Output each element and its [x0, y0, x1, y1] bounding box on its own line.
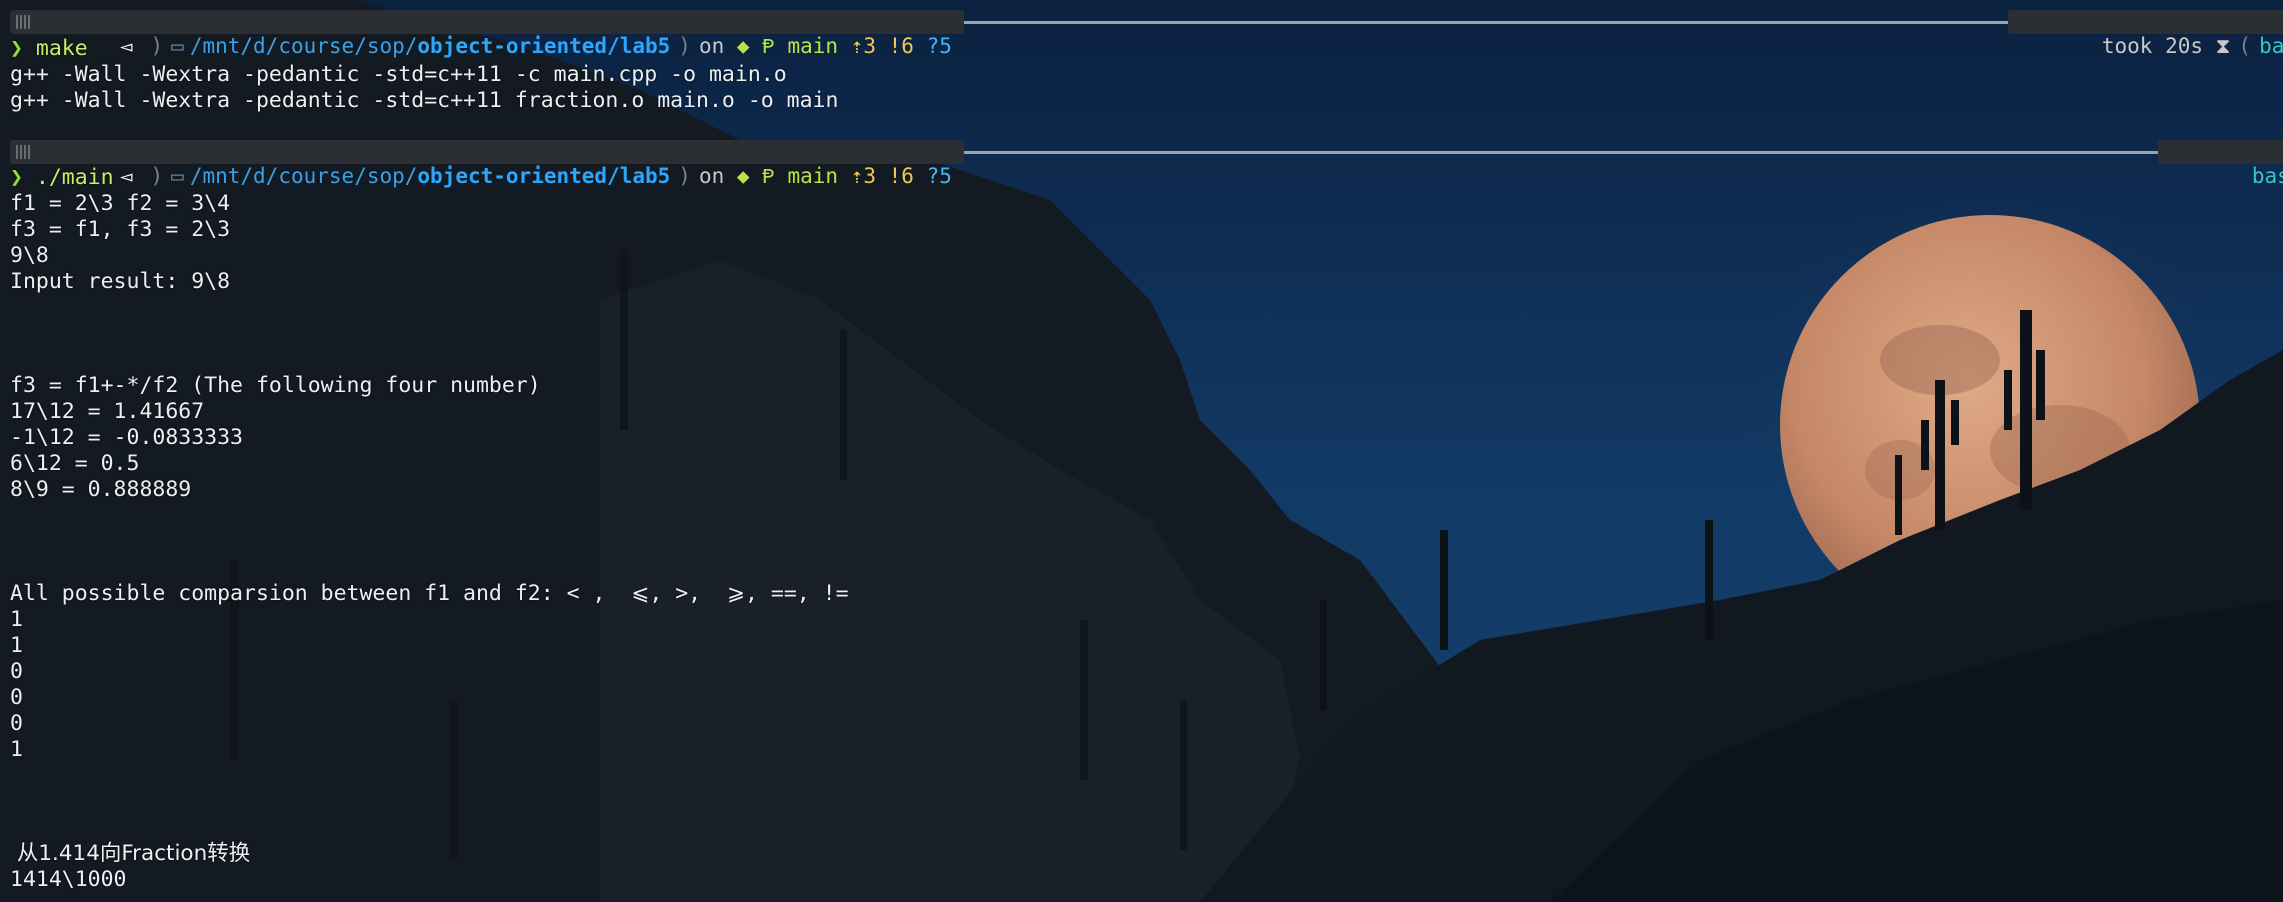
- command-duration: took 20s: [2101, 34, 2204, 58]
- grip-icon: [16, 15, 32, 29]
- output-line: 1414\1000: [10, 867, 127, 892]
- prompt-path-dim: /mnt/d/course/sop/: [189, 164, 418, 188]
- prompt-on-label: on: [698, 34, 725, 58]
- git-branch-icon: ◆ Ᵽ: [736, 34, 775, 58]
- conda-env-name: base: [2259, 34, 2283, 58]
- output-line: f1 = 2\3 f2 = 3\4: [10, 191, 231, 216]
- output-line: 1: [10, 737, 23, 762]
- folder-icon: ▭: [171, 164, 184, 188]
- linux-os-icon: ◅: [119, 164, 133, 188]
- output-line: 6\12 = 0.5: [10, 451, 140, 476]
- output-line: g++ -Wall -Wextra -pedantic -std=c++11 f…: [10, 88, 839, 113]
- output-line: 0: [10, 711, 23, 736]
- prompt-path-current: object-oriented/lab5: [417, 34, 671, 58]
- output-line: g++ -Wall -Wextra -pedantic -std=c++11 -…: [10, 62, 787, 87]
- git-branch-name: main: [787, 164, 839, 188]
- prompt-chevron-icon: ❯: [10, 165, 23, 190]
- segment-separator-icon: ): [150, 164, 164, 188]
- output-line: Input result: 9\8: [10, 269, 231, 294]
- conda-env-name: base: [2251, 164, 2283, 188]
- prompt-left-segment: ◅) ▭/mnt/d/course/sop/object-oriented/lab…: [10, 10, 964, 58]
- command-text: make: [35, 36, 88, 61]
- git-ahead-count: ⇡3: [850, 164, 876, 188]
- output-line: -1\12 = -0.0833333: [10, 425, 243, 450]
- terminal-window[interactable]: ◅) ▭/mnt/d/course/sop/object-oriented/lab…: [0, 0, 2283, 902]
- prompt-chevron-icon: ❯: [10, 36, 23, 61]
- command-line: ❯ ./main: [10, 165, 114, 191]
- output-line: 8\9 = 0.888889: [10, 477, 192, 502]
- output-line: 从1.414向Fraction转换: [10, 841, 251, 866]
- output-line: 9\8: [10, 243, 49, 268]
- output-line: 0: [10, 685, 23, 710]
- output-line: f3 = f1+-*/f2 (The following four number…: [10, 373, 541, 398]
- segment-separator-icon: ): [150, 34, 164, 58]
- prompt-right-segment: base ◆ (: [2158, 140, 2283, 188]
- git-ahead-count: ⇡3: [850, 34, 876, 58]
- prompt-left-segment: ◅) ▭/mnt/d/course/sop/object-oriented/lab…: [10, 140, 964, 188]
- git-branch-icon: ◆ Ᵽ: [736, 164, 775, 188]
- prompt-path-dim: /mnt/d/course/sop/: [189, 34, 418, 58]
- prompt-bar: ◅) ▭/mnt/d/course/sop/object-oriented/lab…: [0, 139, 2283, 188]
- git-untracked-count: ?5: [926, 34, 952, 58]
- git-branch-name: main: [787, 34, 839, 58]
- hourglass-icon: ⧗: [2215, 34, 2231, 58]
- prompt-filler-rule: [880, 21, 2010, 24]
- output-line: f3 = f1, f3 = 2\3: [10, 217, 231, 242]
- output-line: All possible comparsion between f1 and f…: [10, 581, 849, 606]
- segment-separator-icon: (: [2238, 34, 2252, 58]
- segment-separator-icon: ): [678, 164, 691, 188]
- output-line: 17\12 = 1.41667: [10, 399, 205, 424]
- git-modified-count: !6: [888, 34, 914, 58]
- prompt-right-segment: took 20s ⧗(base ◆ (: [2008, 10, 2283, 58]
- output-line: 1: [10, 607, 23, 632]
- grip-icon: [16, 145, 32, 159]
- prompt-path-current: object-oriented/lab5: [417, 164, 671, 188]
- command-line: ❯ make: [10, 36, 88, 62]
- prompt-bar: ◅) ▭/mnt/d/course/sop/object-oriented/lab…: [0, 9, 2283, 58]
- linux-os-icon: ◅: [119, 34, 133, 58]
- prompt-on-label: on: [698, 164, 725, 188]
- git-untracked-count: ?5: [926, 164, 952, 188]
- command-text: ./main: [35, 165, 114, 190]
- output-line: 1: [10, 633, 23, 658]
- prompt-filler-rule: [880, 151, 2160, 154]
- folder-icon: ▭: [171, 34, 184, 58]
- segment-separator-icon: ): [678, 34, 691, 58]
- git-modified-count: !6: [888, 164, 914, 188]
- output-line: 0: [10, 659, 23, 684]
